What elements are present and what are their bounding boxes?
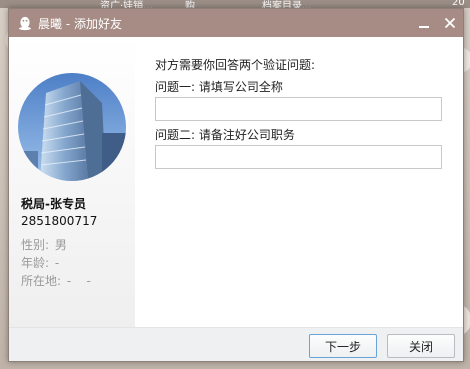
close-icon	[444, 17, 456, 29]
contact-name: 税局-张专员	[21, 197, 86, 211]
contact-qq-number: 2851800717	[21, 214, 98, 228]
question-one-label: 问题一: 请填写公司全称	[155, 80, 283, 94]
add-friend-dialog: 晨曦 - 添加好友 税局-张专员 2851800717 性别: 男 年龄: - …	[8, 8, 464, 362]
minimize-button[interactable]	[413, 13, 435, 33]
location-value: - -	[66, 274, 91, 288]
gender-row: 性别: 男	[21, 236, 67, 253]
building-avatar-image	[18, 73, 126, 181]
dialog-footer: 下一步 关闭	[9, 327, 463, 361]
location-row: 所在地: - -	[21, 272, 91, 289]
qq-penguin-icon	[19, 16, 31, 31]
age-label: 年龄:	[21, 256, 50, 270]
age-value: -	[54, 256, 60, 270]
background-text: 20	[452, 0, 465, 8]
desktop-taskbar-strip: 资广·娃销... 购 档案目录... 20	[0, 0, 470, 12]
window-title: 晨曦 - 添加好友	[38, 17, 122, 31]
profile-sidebar: 税局-张专员 2851800717 性别: 男 年龄: - 所在地: - -	[9, 37, 135, 327]
close-window-button[interactable]	[439, 13, 461, 33]
close-button[interactable]: 关闭	[387, 334, 455, 358]
title-bar[interactable]: 晨曦 - 添加好友	[9, 9, 463, 37]
location-label: 所在地:	[21, 274, 62, 288]
verification-intro: 对方需要你回答两个验证问题:	[155, 58, 316, 72]
gender-value: 男	[54, 238, 67, 252]
next-step-button[interactable]: 下一步	[309, 334, 377, 358]
minimize-icon	[419, 26, 429, 28]
answer-two-input[interactable]	[155, 145, 442, 169]
age-row: 年龄: -	[21, 254, 59, 271]
question-two-label: 问题二: 请备注好公司职务	[155, 128, 295, 142]
verification-panel: 对方需要你回答两个验证问题: 问题一: 请填写公司全称 问题二: 请备注好公司职…	[135, 37, 463, 327]
avatar[interactable]	[18, 73, 126, 181]
answer-one-input[interactable]	[155, 97, 442, 121]
gender-label: 性别:	[21, 238, 50, 252]
